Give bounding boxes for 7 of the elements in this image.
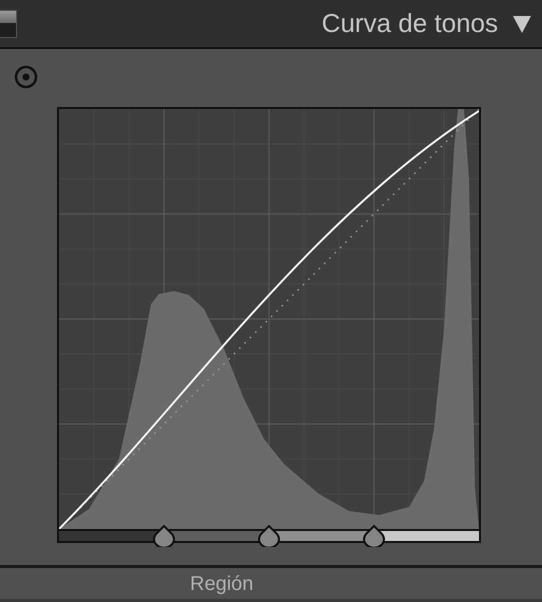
split-point-handle[interactable] bbox=[257, 525, 281, 547]
section-label: Región bbox=[190, 573, 254, 595]
collapse-triangle-icon[interactable] bbox=[512, 14, 532, 34]
panel-switch[interactable] bbox=[0, 10, 17, 38]
split-point-handle[interactable] bbox=[152, 525, 176, 547]
split-point-handle[interactable] bbox=[362, 525, 386, 547]
panel-title: Curva de tonos bbox=[322, 8, 498, 39]
